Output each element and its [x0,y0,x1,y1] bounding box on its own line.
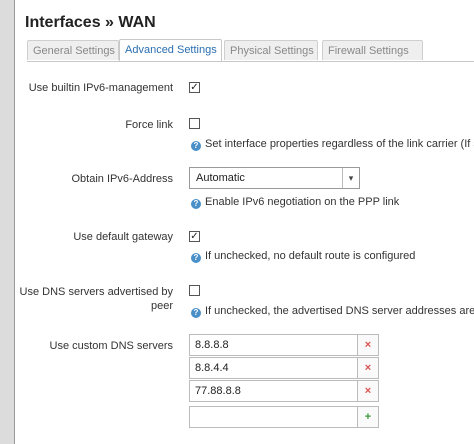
obtain-ipv6-help: ? Enable IPv6 negotiation on the PPP link [191,195,399,209]
force-link-help-text: Set interface properties regardless of t… [205,138,474,150]
peer-dns-checkbox[interactable] [189,285,200,296]
builtin-ipv6-label: Use builtin IPv6-management [28,82,173,94]
force-link-help: ? Set interface properties regardless of … [191,137,474,151]
help-icon: ? [191,253,201,263]
remove-dns-button[interactable]: × [358,357,379,379]
tab-physical-settings[interactable]: Physical Settings [224,40,318,60]
remove-dns-button[interactable]: × [358,380,379,402]
dns-new-row: + [189,406,379,428]
peer-dns-label: Use DNS servers advertised by peer [19,286,173,312]
help-icon: ? [191,141,201,151]
help-icon: ? [191,308,201,318]
default-gateway-help-text: If unchecked, no default route is config… [205,250,416,262]
dns-entry-row: 77.88.8.8 × [189,380,379,402]
chevron-down-icon: ▾ [342,168,359,188]
obtain-ipv6-select[interactable]: Automatic ▾ [189,167,360,189]
obtain-ipv6-label: Obtain IPv6-Address [71,173,174,185]
dns-new-input[interactable] [189,406,358,428]
dns-entry-input[interactable]: 8.8.4.4 [189,357,358,379]
builtin-ipv6-checkbox[interactable]: ✓ [189,82,200,93]
default-gateway-help: ? If unchecked, no default route is confi… [191,249,415,263]
dns-entry-row: 8.8.4.4 × [189,357,379,379]
default-gateway-label: Use default gateway [73,231,173,243]
dns-entry-input[interactable]: 8.8.8.8 [189,334,358,356]
help-icon: ? [191,199,201,209]
tab-bar: General Settings Advanced Settings Physi… [27,39,474,62]
background-page [0,0,14,444]
dns-entry-row: 8.8.8.8 × [189,334,379,356]
tab-general-settings[interactable]: General Settings [27,40,119,60]
default-gateway-checkbox[interactable]: ✓ [189,231,200,242]
dialog-title: Interfaces » WAN [25,14,156,31]
custom-dns-label: Use custom DNS servers [49,340,173,352]
force-link-label: Force link [125,119,173,131]
add-dns-button[interactable]: + [358,406,379,428]
obtain-ipv6-help-text: Enable IPv6 negotiation on the PPP link [205,196,400,208]
peer-dns-help: ? If unchecked, the advertised DNS server… [191,304,474,318]
remove-dns-button[interactable]: × [358,334,379,356]
interface-dialog: Interfaces » WAN General Settings Advanc… [14,0,474,444]
tab-firewall-settings[interactable]: Firewall Settings [322,40,423,60]
obtain-ipv6-value: Automatic [196,172,245,184]
tab-advanced-settings[interactable]: Advanced Settings [119,39,222,61]
peer-dns-help-text: If unchecked, the advertised DNS server … [205,305,474,317]
force-link-checkbox[interactable] [189,118,200,129]
dns-entry-input[interactable]: 77.88.8.8 [189,380,358,402]
